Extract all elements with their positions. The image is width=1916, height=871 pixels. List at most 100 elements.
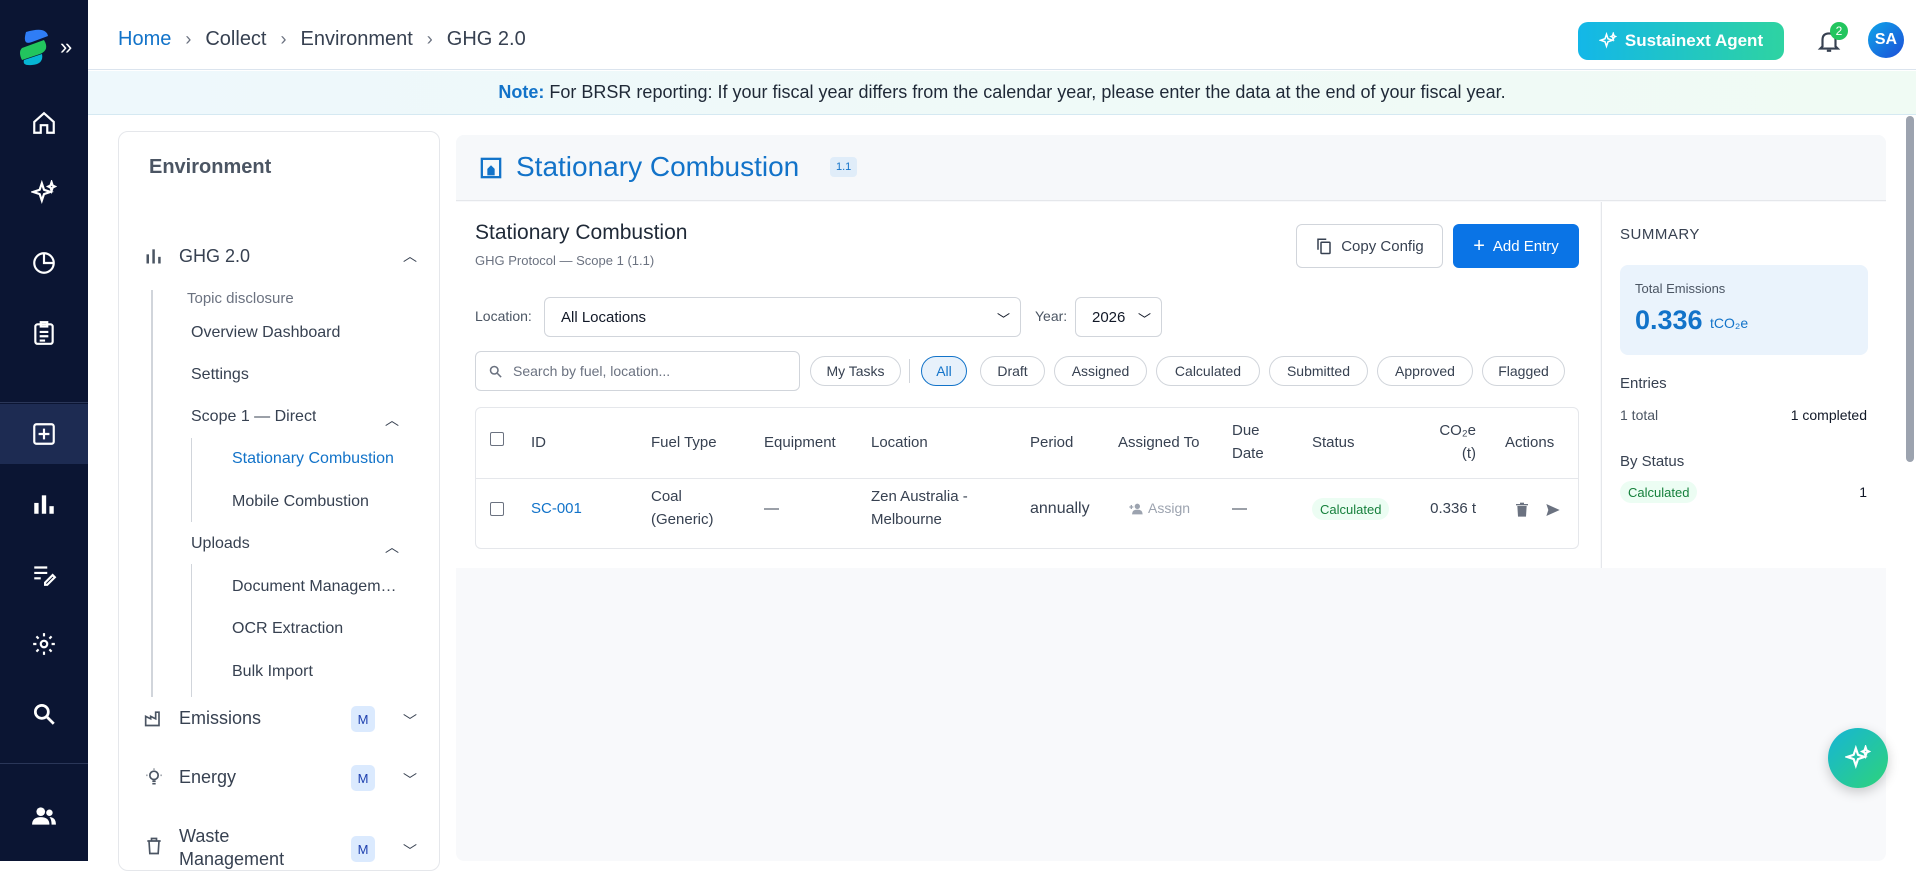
chevron-down-icon[interactable]: ﹀ bbox=[403, 711, 417, 731]
sparkle-icon bbox=[31, 180, 57, 205]
chevron-up-icon[interactable]: ︿ bbox=[403, 246, 417, 266]
nav-topic-disclosure: Topic disclosure bbox=[187, 290, 294, 307]
nav-group-ghg[interactable]: GHG 2.0 ︿ bbox=[143, 245, 417, 267]
filter-assigned[interactable]: Assigned bbox=[1054, 356, 1147, 386]
col-header-due[interactable]: Due Date bbox=[1232, 419, 1264, 465]
entries-total: 1 total bbox=[1620, 407, 1659, 423]
section-nav: Environment GHG 2.0 ︿ Topic disclosure O… bbox=[118, 131, 440, 871]
ai-assistant-fab[interactable] bbox=[1828, 728, 1888, 788]
scrollbar[interactable] bbox=[1906, 116, 1914, 462]
note-text: For BRSR reporting: If your fiscal year … bbox=[549, 82, 1506, 102]
nav-group-energy[interactable]: Energy bbox=[143, 766, 417, 788]
location-select[interactable]: All Locations ﹀ bbox=[544, 297, 1021, 337]
search-box bbox=[475, 351, 800, 391]
select-all-checkbox[interactable] bbox=[490, 432, 504, 446]
row-id-link[interactable]: SC-001 bbox=[531, 497, 582, 520]
nav-ocr-extraction[interactable]: OCR Extraction bbox=[232, 620, 343, 638]
row-location: Zen Australia - Melbourne bbox=[871, 485, 968, 531]
nav-uploads[interactable]: Uploads bbox=[191, 535, 250, 553]
col-header-period[interactable]: Period bbox=[1030, 431, 1073, 454]
rail-search[interactable] bbox=[0, 684, 88, 744]
filter-all[interactable]: All bbox=[921, 356, 967, 386]
row-checkbox[interactable] bbox=[490, 502, 504, 516]
copy-config-button[interactable]: Copy Config bbox=[1296, 224, 1443, 268]
status-badge: Calculated bbox=[1620, 481, 1698, 503]
chevron-down-icon: ﹀ bbox=[1137, 312, 1151, 327]
rail-analytics[interactable] bbox=[0, 233, 88, 293]
chevron-down-icon: ﹀ bbox=[996, 312, 1010, 327]
chevron-down-icon[interactable]: ﹀ bbox=[403, 841, 417, 861]
page-header: Stationary Combustion 1.1 bbox=[456, 135, 1886, 201]
col-header-equipment[interactable]: Equipment bbox=[764, 431, 836, 454]
rail-users[interactable] bbox=[0, 786, 88, 846]
col-header-co2[interactable]: CO₂e (t) bbox=[1436, 419, 1476, 465]
rail-home[interactable] bbox=[0, 93, 88, 153]
nav-scope1[interactable]: Scope 1 — Direct bbox=[191, 408, 316, 426]
add-entry-button[interactable]: + Add Entry bbox=[1453, 224, 1579, 268]
filter-calculated[interactable]: Calculated bbox=[1156, 356, 1260, 386]
col-header-co2-2: (t) bbox=[1461, 445, 1476, 462]
chevron-up-icon[interactable]: ︿ bbox=[385, 537, 399, 557]
filter-submitted[interactable]: Submitted bbox=[1269, 356, 1368, 386]
col-header-location[interactable]: Location bbox=[871, 431, 928, 454]
row-fuel: Coal (Generic) bbox=[651, 485, 714, 531]
col-header-status[interactable]: Status bbox=[1312, 431, 1355, 454]
rail-reports[interactable] bbox=[0, 474, 88, 534]
nav-mobile-combustion[interactable]: Mobile Combustion bbox=[232, 493, 369, 511]
entries-completed: 1 completed bbox=[1790, 407, 1867, 423]
gear-icon bbox=[33, 633, 55, 655]
assign-button[interactable]: Assign bbox=[1128, 497, 1190, 520]
rail-tasks[interactable] bbox=[0, 303, 88, 363]
status-badge: Calculated bbox=[1312, 498, 1390, 520]
nav-bulk-import[interactable]: Bulk Import bbox=[232, 663, 313, 681]
clipboard-icon bbox=[34, 321, 54, 345]
filter-divider bbox=[909, 359, 910, 383]
breadcrumb-home[interactable]: Home bbox=[118, 28, 171, 51]
col-header-assigned[interactable]: Assigned To bbox=[1118, 431, 1199, 454]
year-select[interactable]: 2026 ﹀ bbox=[1075, 297, 1162, 337]
rail-settings[interactable] bbox=[0, 614, 88, 674]
rail-ai[interactable] bbox=[0, 163, 88, 223]
nav-group-waste[interactable]: Waste Management bbox=[143, 825, 417, 871]
chevron-up-icon[interactable]: ︿ bbox=[385, 410, 399, 430]
filter-flagged[interactable]: Flagged bbox=[1482, 356, 1565, 386]
row-location-1: Zen Australia - bbox=[871, 488, 968, 505]
rail-edit[interactable] bbox=[0, 544, 88, 604]
note-banner: Note: For BRSR reporting: If your fiscal… bbox=[88, 71, 1916, 115]
chevron-down-icon[interactable]: ﹀ bbox=[403, 770, 417, 790]
expand-icon[interactable]: » bbox=[60, 36, 72, 58]
m-badge: M bbox=[351, 765, 375, 791]
breadcrumb-current: GHG 2.0 bbox=[446, 28, 526, 50]
entries-table: ID Fuel Type Equipment Location Period A… bbox=[475, 407, 1579, 549]
rail-collect[interactable] bbox=[0, 404, 88, 464]
total-emissions-value: 0.336 bbox=[1635, 305, 1703, 335]
home-icon bbox=[33, 111, 55, 134]
search-input[interactable] bbox=[513, 363, 773, 379]
building-icon bbox=[480, 157, 502, 179]
total-emissions-card: Total Emissions 0.336 tCO₂e bbox=[1620, 265, 1868, 355]
breadcrumb-collect[interactable]: Collect bbox=[205, 28, 266, 51]
filter-draft[interactable]: Draft bbox=[980, 356, 1045, 386]
breadcrumb-environment[interactable]: Environment bbox=[301, 28, 413, 51]
agent-button[interactable]: Sustainext Agent bbox=[1578, 22, 1784, 60]
nav-stationary-combustion[interactable]: Stationary Combustion bbox=[232, 450, 394, 468]
filter-approved[interactable]: Approved bbox=[1377, 356, 1473, 386]
year-label: Year: bbox=[1035, 308, 1068, 324]
section-subtitle: GHG Protocol — Scope 1 (1.1) bbox=[475, 253, 655, 268]
nav-settings[interactable]: Settings bbox=[191, 366, 249, 384]
plus-icon: + bbox=[1473, 235, 1485, 257]
delete-icon[interactable] bbox=[1514, 502, 1530, 518]
nav-overview-dashboard[interactable]: Overview Dashboard bbox=[191, 324, 340, 342]
tree-line-uploads bbox=[191, 564, 192, 697]
avatar[interactable]: SA bbox=[1868, 22, 1904, 58]
assign-label: Assign bbox=[1148, 500, 1191, 516]
row-divider bbox=[476, 478, 1578, 479]
tree-line-scope1 bbox=[191, 438, 192, 522]
nav-group-emissions[interactable]: Emissions bbox=[143, 707, 417, 729]
send-icon[interactable] bbox=[1544, 502, 1562, 518]
col-header-id[interactable]: ID bbox=[531, 431, 546, 454]
nav-document-management[interactable]: Document Management bbox=[232, 578, 402, 596]
filter-my-tasks[interactable]: My Tasks bbox=[810, 356, 901, 386]
app-logo[interactable] bbox=[18, 28, 52, 66]
col-header-fuel[interactable]: Fuel Type bbox=[651, 431, 717, 454]
